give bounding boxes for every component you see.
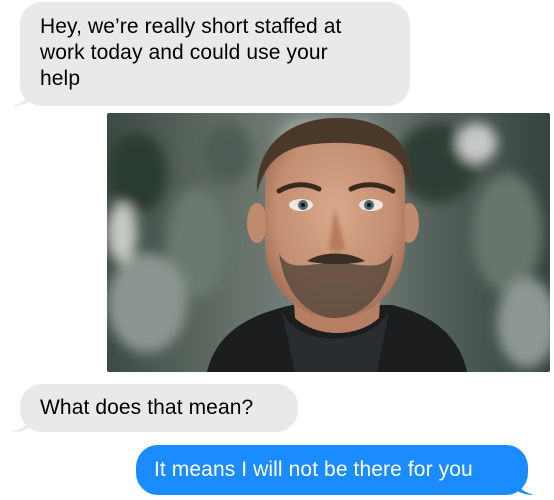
sent-message-bubble[interactable]: It means I will not be there for you <box>136 445 528 495</box>
bubble-tail-icon <box>516 475 534 495</box>
message-text-line: Hey, we’re really short staffed at <box>40 15 342 38</box>
message-text: It means I will not be there for you <box>154 458 473 481</box>
message-thread: Hey, we’re really short staffed at work … <box>0 0 554 500</box>
photo-of-man-staring-icon <box>107 113 550 372</box>
received-image[interactable] <box>107 113 550 372</box>
message-text-line: work today and could use your <box>40 41 328 64</box>
bubble-tail-icon <box>12 86 30 106</box>
received-message-bubble[interactable]: Hey, we’re really short staffed at work … <box>20 2 410 106</box>
received-message-bubble[interactable]: What does that mean? <box>20 384 298 432</box>
message-text-line: help <box>40 67 81 90</box>
message-text: What does that mean? <box>40 396 254 419</box>
bubble-tail-icon <box>12 412 30 432</box>
